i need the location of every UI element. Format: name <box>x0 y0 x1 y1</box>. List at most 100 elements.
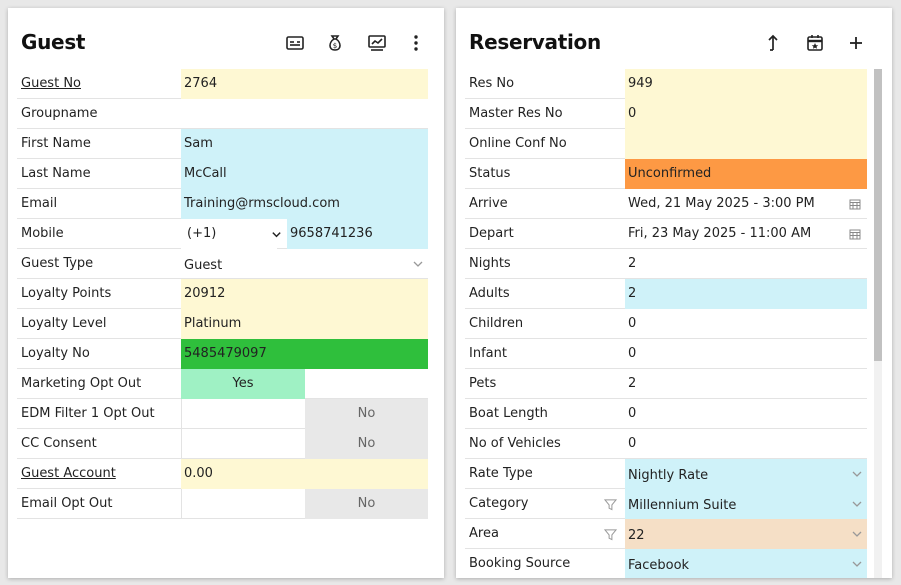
svg-text:$: $ <box>333 42 337 50</box>
filter-icon[interactable] <box>604 528 617 541</box>
booking-source-label: Booking Source <box>469 556 571 571</box>
status-badge[interactable]: Unconfirmed <box>625 159 867 189</box>
nights-field[interactable]: 2 <box>625 249 867 279</box>
booking-source-select[interactable]: Facebook <box>625 549 867 578</box>
online-conf-no-field[interactable] <box>625 129 867 159</box>
category-row: Category Millennium Suite <box>465 489 867 519</box>
email-opt-out-no-toggle[interactable]: No <box>305 489 428 519</box>
more-vertical-icon[interactable] <box>404 31 428 55</box>
master-res-no-row: Master Res No 0 <box>465 99 867 129</box>
guest-panel: Guest $ Guest No 2764 Groupname First Na… <box>8 8 444 578</box>
arrive-field[interactable]: Wed, 21 May 2025 - 3:00 PM <box>625 189 867 219</box>
guest-account-row: Guest Account 0.00 <box>17 459 428 489</box>
nights-row: Nights 2 <box>465 249 867 279</box>
calendar-icon[interactable] <box>849 228 861 240</box>
no-of-vehicles-row: No of Vehicles 0 <box>465 429 867 459</box>
calendar-icon[interactable] <box>849 198 861 210</box>
cc-consent-no-toggle[interactable]: No <box>305 429 428 459</box>
loyalty-no-row: Loyalty No 5485479097 <box>17 339 428 369</box>
last-name-row: Last Name McCall <box>17 159 428 189</box>
email-field[interactable]: Training@rmscloud.com <box>181 189 428 219</box>
online-conf-no-label: Online Conf No <box>469 136 567 151</box>
no-of-vehicles-field[interactable]: 0 <box>625 429 867 459</box>
area-select[interactable]: 22 <box>625 519 867 549</box>
email-label: Email <box>21 196 58 211</box>
rate-type-label: Rate Type <box>469 466 533 481</box>
chevron-down-icon[interactable] <box>412 258 424 270</box>
adults-field[interactable]: 2 <box>625 279 867 309</box>
guest-fields: Guest No 2764 Groupname First Name Sam L… <box>17 69 428 519</box>
chevron-down-icon[interactable] <box>271 229 282 240</box>
loyalty-no-field[interactable]: 5485479097 <box>181 339 428 369</box>
boat-length-field[interactable]: 0 <box>625 399 867 429</box>
filter-icon[interactable] <box>604 498 617 511</box>
infant-row: Infant 0 <box>465 339 867 369</box>
country-code-select[interactable]: (+1) <box>181 219 277 249</box>
reservation-title: Reservation <box>469 30 601 54</box>
marketing-opt-out-label: Marketing Opt Out <box>21 376 142 391</box>
res-no-row: Res No 949 <box>465 69 867 99</box>
mobile-number-field[interactable]: 9658741236 <box>287 219 428 249</box>
area-row: Area 22 <box>465 519 867 549</box>
depart-field[interactable]: Fri, 23 May 2025 - 11:00 AM <box>625 219 867 249</box>
rate-type-row: Rate Type Nightly Rate <box>465 459 867 489</box>
reservation-panel: Reservation Res No 949 Master Res No 0 O… <box>456 8 892 578</box>
groupname-label: Groupname <box>21 106 98 121</box>
children-row: Children 0 <box>465 309 867 339</box>
pets-row: Pets 2 <box>465 369 867 399</box>
email-row: Email Training@rmscloud.com <box>17 189 428 219</box>
guest-account-label[interactable]: Guest Account <box>21 459 116 489</box>
upload-icon[interactable] <box>761 31 785 55</box>
calendar-star-icon[interactable] <box>803 31 827 55</box>
res-no-field[interactable]: 949 <box>625 69 867 99</box>
chevron-down-icon[interactable] <box>851 498 863 510</box>
email-opt-out-row: Email Opt Out No <box>17 489 428 519</box>
marketing-opt-out-yes-toggle[interactable]: Yes <box>181 369 305 399</box>
guest-no-label[interactable]: Guest No <box>21 69 81 99</box>
groupname-row: Groupname <box>17 99 428 129</box>
mobile-label: Mobile <box>21 226 64 241</box>
children-field[interactable]: 0 <box>625 309 867 339</box>
email-opt-out-yes-toggle[interactable] <box>181 489 305 519</box>
infant-label: Infant <box>469 346 507 361</box>
email-opt-out-label: Email Opt Out <box>21 496 113 511</box>
chevron-down-icon[interactable] <box>851 528 863 540</box>
infant-field[interactable]: 0 <box>625 339 867 369</box>
loyalty-level-field[interactable]: Platinum <box>181 309 428 339</box>
money-bag-icon[interactable]: $ <box>323 31 347 55</box>
last-name-label: Last Name <box>21 166 91 181</box>
last-name-field[interactable]: McCall <box>181 159 428 189</box>
chevron-down-icon[interactable] <box>851 468 863 480</box>
chart-icon[interactable] <box>365 31 389 55</box>
first-name-label: First Name <box>21 136 91 151</box>
chevron-down-icon[interactable] <box>851 558 863 570</box>
edm-filter-no-toggle[interactable]: No <box>305 399 428 429</box>
arrive-label: Arrive <box>469 196 508 211</box>
cc-consent-label: CC Consent <box>21 436 97 451</box>
category-select[interactable]: Millennium Suite <box>625 489 867 519</box>
online-conf-no-row: Online Conf No <box>465 129 867 159</box>
scrollbar-thumb[interactable] <box>874 69 882 361</box>
loyalty-points-field[interactable]: 20912 <box>181 279 428 309</box>
pets-field[interactable]: 2 <box>625 369 867 399</box>
guest-type-label: Guest Type <box>21 256 94 271</box>
booking-source-row: Booking Source Facebook <box>465 549 867 578</box>
res-no-label: Res No <box>469 76 515 91</box>
groupname-field[interactable] <box>181 99 428 129</box>
cc-consent-row: CC Consent No <box>17 429 428 459</box>
plus-icon[interactable] <box>844 31 868 55</box>
guest-no-field[interactable]: 2764 <box>181 69 428 99</box>
card-icon[interactable] <box>283 31 307 55</box>
master-res-no-field[interactable]: 0 <box>625 99 867 129</box>
first-name-field[interactable]: Sam <box>181 129 428 159</box>
edm-filter-yes-toggle[interactable] <box>181 399 305 429</box>
guest-type-select[interactable]: Guest <box>181 249 428 279</box>
loyalty-no-label: Loyalty No <box>21 346 90 361</box>
depart-label: Depart <box>469 226 514 241</box>
rate-type-select[interactable]: Nightly Rate <box>625 459 867 489</box>
guest-account-field[interactable]: 0.00 <box>181 459 428 489</box>
master-res-no-label: Master Res No <box>469 106 563 121</box>
edm-filter-row: EDM Filter 1 Opt Out No <box>17 399 428 429</box>
cc-consent-yes-toggle[interactable] <box>181 429 305 459</box>
guest-type-row: Guest Type Guest <box>17 249 428 279</box>
